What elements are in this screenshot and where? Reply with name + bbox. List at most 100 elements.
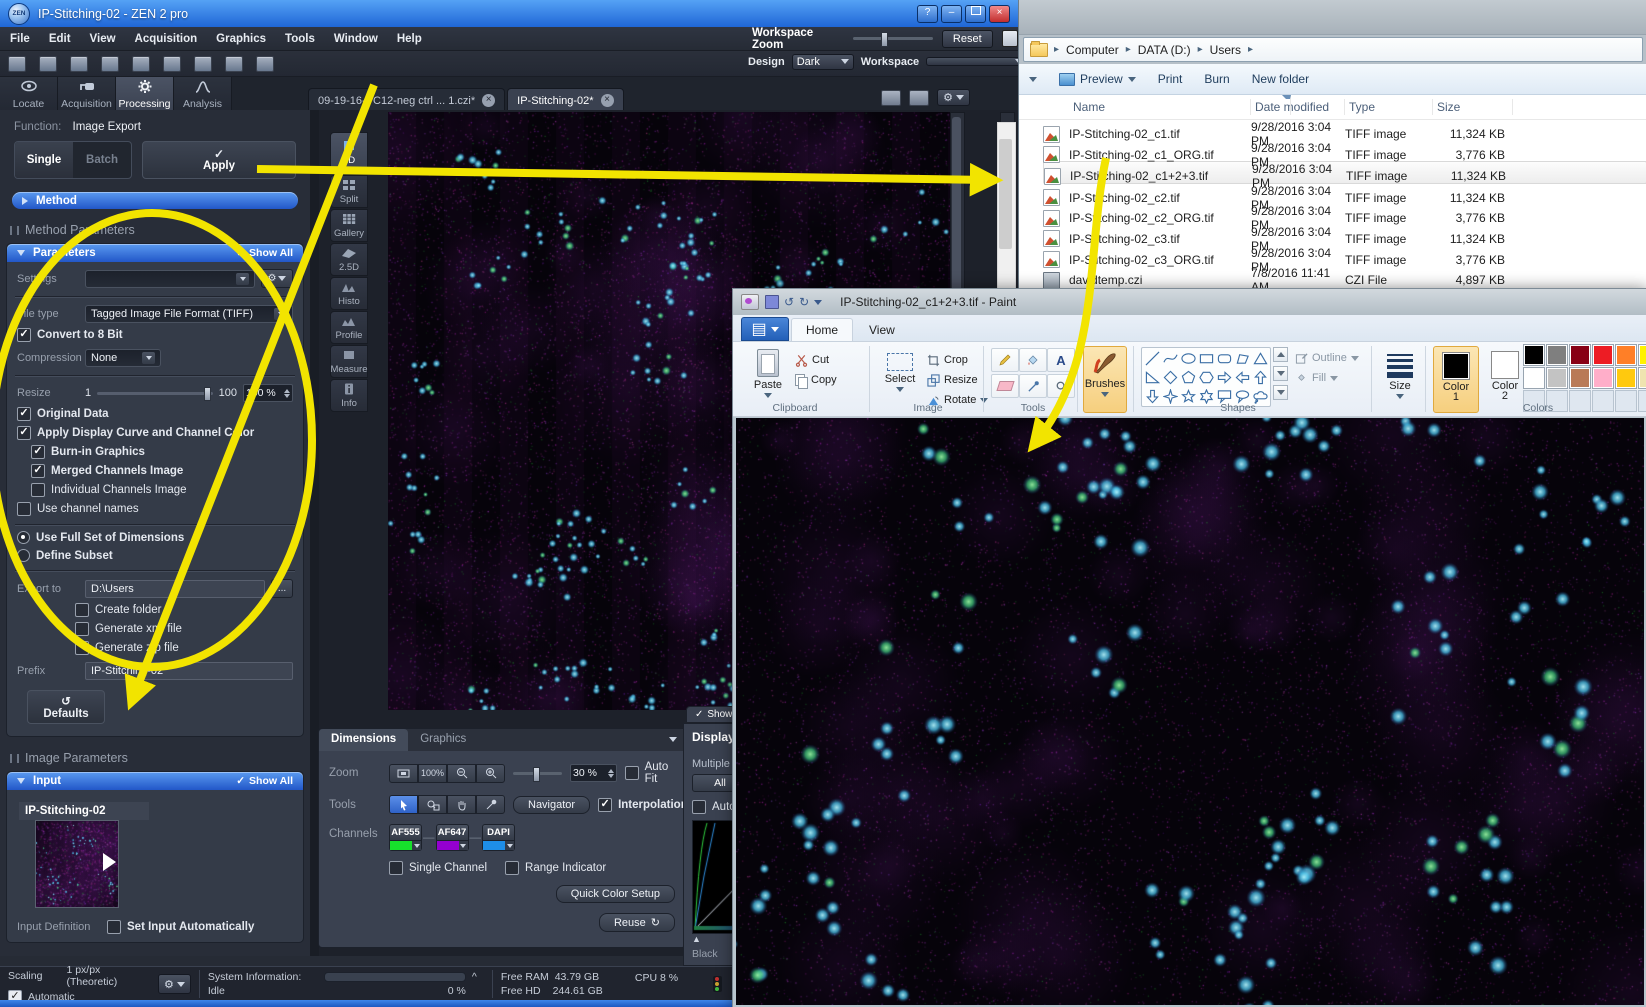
- outline-button[interactable]: Outline: [1295, 350, 1359, 366]
- arrow-up-shape[interactable]: [1252, 368, 1269, 386]
- palette-swatch[interactable]: [1523, 344, 1545, 366]
- text-tool[interactable]: A: [1047, 348, 1075, 372]
- view-tab-split[interactable]: Split: [330, 175, 368, 208]
- arrow-right-shape[interactable]: [1216, 368, 1233, 386]
- palette-empty-slot[interactable]: [1592, 390, 1614, 412]
- taskbar-sliver[interactable]: [0, 1000, 734, 1007]
- tab-dimensions[interactable]: Dimensions: [319, 729, 408, 751]
- navigator-button[interactable]: Navigator: [513, 796, 590, 814]
- palette-swatch[interactable]: [1592, 367, 1614, 389]
- range-indicator-checkbox[interactable]: Range Indicator: [505, 861, 606, 875]
- channel-color-caret[interactable]: [459, 841, 468, 850]
- hexagon-shape[interactable]: [1198, 368, 1215, 386]
- diamond-shape[interactable]: [1162, 368, 1179, 386]
- pan-tool-button[interactable]: [447, 795, 476, 814]
- open-icon[interactable]: [39, 56, 57, 72]
- shapes-scroll-up[interactable]: [1273, 347, 1288, 362]
- use-channel-names-checkbox[interactable]: Use channel names: [17, 502, 293, 516]
- zoom-percent-spinner[interactable]: 30 %: [570, 764, 617, 782]
- palette-swatch[interactable]: [1546, 367, 1568, 389]
- split-view-icon[interactable]: [909, 90, 929, 106]
- menu-help[interactable]: Help: [397, 33, 422, 45]
- view-tab-profile[interactable]: Profile: [330, 311, 368, 344]
- single-button[interactable]: Single: [15, 142, 73, 178]
- fill-tool[interactable]: [1019, 348, 1047, 372]
- reset-button[interactable]: Reset: [942, 30, 993, 48]
- channel-color-swatch[interactable]: [437, 841, 459, 850]
- workspace-select[interactable]: [926, 57, 1028, 66]
- scaling-gear-button[interactable]: ⚙: [158, 974, 191, 994]
- individual-channels-checkbox[interactable]: Individual Channels Image: [31, 483, 293, 497]
- palette-swatch[interactable]: [1592, 344, 1614, 366]
- palette-swatch[interactable]: [1638, 367, 1646, 389]
- create-folder-checkbox[interactable]: Create folder: [75, 603, 293, 617]
- design-select[interactable]: Dark: [792, 54, 854, 70]
- eyedropper-tool[interactable]: [1019, 374, 1047, 398]
- table-row[interactable]: IP-Stitching-02_c3.tif9/28/2016 3:04 PMT…: [1043, 225, 1646, 246]
- breadcrumb-item[interactable]: Computer: [1066, 43, 1119, 57]
- search-icon[interactable]: [101, 56, 119, 72]
- prefix-input[interactable]: IP-Stitching-02: [85, 662, 293, 680]
- layout-grid-icon[interactable]: [881, 90, 901, 106]
- crop-button[interactable]: Crop: [927, 352, 968, 368]
- line-shape[interactable]: [1144, 349, 1161, 367]
- apply-button[interactable]: ✓ Apply: [142, 141, 296, 179]
- column-date-modified[interactable]: Date modified: [1251, 99, 1345, 115]
- magnifier-tool[interactable]: [1047, 374, 1075, 398]
- shapes-more[interactable]: [1273, 385, 1288, 400]
- explorer-title-bar[interactable]: [1019, 0, 1646, 35]
- paint-image-canvas[interactable]: [736, 418, 1644, 1005]
- size-button[interactable]: Size: [1381, 346, 1419, 411]
- new-folder-button[interactable]: New folder: [1252, 72, 1309, 86]
- image-icon[interactable]: [256, 56, 274, 72]
- zoom-slider[interactable]: [513, 772, 562, 775]
- organize-chevron-icon[interactable]: [1029, 77, 1037, 82]
- workspace-zoom-slider[interactable]: [853, 37, 933, 40]
- table-row[interactable]: davidtemp.czi7/8/2016 11:41 AMCZI File4,…: [1043, 266, 1646, 287]
- generate-zip-checkbox[interactable]: Generate zip file: [75, 641, 293, 655]
- document-tab[interactable]: IP-Stitching-02*×: [507, 88, 623, 112]
- zoom-in-button[interactable]: [476, 764, 505, 783]
- table-row[interactable]: IP-Stitching-02_c3_ORG.tif9/28/2016 3:04…: [1043, 246, 1646, 267]
- paint-title-bar[interactable]: ↺ ↻ IP-Stitching-02_c1+2+3.tif - Paint: [733, 289, 1646, 315]
- settings-select[interactable]: [85, 270, 255, 288]
- tab-view[interactable]: View: [855, 319, 909, 341]
- set-input-auto-checkbox[interactable]: Set Input Automatically: [107, 920, 254, 934]
- view-tab-histo[interactable]: Histo: [330, 277, 368, 310]
- column-name[interactable]: Name: [1069, 99, 1251, 115]
- tab-analysis[interactable]: Analysis: [174, 77, 232, 112]
- channel-dapi[interactable]: DAPI: [482, 824, 515, 851]
- burnin-graphics-checkbox[interactable]: ✓Burn-in Graphics: [31, 445, 293, 459]
- view-tab-measure[interactable]: Measure: [330, 345, 368, 378]
- arrow-down-shape[interactable]: [1144, 387, 1161, 405]
- address-bar[interactable]: ▸Computer▸DATA (D:)▸Users▸: [1023, 37, 1643, 62]
- pointer-tool-button[interactable]: [389, 795, 418, 814]
- rectangle-shape[interactable]: [1198, 349, 1215, 367]
- cut-icon[interactable]: [132, 56, 150, 72]
- merged-channels-checkbox[interactable]: ✓Merged Channels Image: [31, 464, 293, 478]
- palette-swatch[interactable]: [1523, 367, 1545, 389]
- channel-color-caret[interactable]: [412, 841, 421, 850]
- breadcrumb-item[interactable]: Users: [1210, 43, 1241, 57]
- table-row[interactable]: IP-Stitching-02_c2_ORG.tif9/28/2016 3:04…: [1043, 204, 1646, 225]
- export-to-input[interactable]: D:\Users: [85, 580, 265, 598]
- column-size[interactable]: Size: [1433, 99, 1513, 115]
- view-tab-2d[interactable]: 2D: [330, 132, 368, 174]
- save-icon[interactable]: [765, 295, 779, 309]
- full-dimensions-radio[interactable]: Use Full Set of Dimensions: [17, 531, 293, 544]
- qat-customize-icon[interactable]: [814, 300, 822, 305]
- channel-af647[interactable]: AF647: [436, 824, 469, 851]
- input-section-bar[interactable]: Input ✓Show All: [7, 772, 303, 790]
- table-row[interactable]: IP-Stitching-02_c1_ORG.tif9/28/2016 3:04…: [1043, 141, 1646, 162]
- batch-button[interactable]: Batch: [73, 142, 131, 178]
- shapes-scroll-down[interactable]: [1273, 366, 1288, 381]
- menu-view[interactable]: View: [90, 33, 116, 45]
- channel-color-swatch[interactable]: [390, 841, 412, 850]
- notebook-icon[interactable]: [1002, 30, 1018, 47]
- eraser-tool[interactable]: [991, 374, 1019, 398]
- help-button[interactable]: ?: [917, 5, 938, 23]
- pencil-tool[interactable]: [991, 348, 1019, 372]
- color1-button[interactable]: Color1: [1433, 346, 1479, 413]
- reuse-button[interactable]: Reuse↻: [599, 913, 675, 932]
- parameters-section-bar[interactable]: Parameters ✓Show All: [7, 244, 303, 262]
